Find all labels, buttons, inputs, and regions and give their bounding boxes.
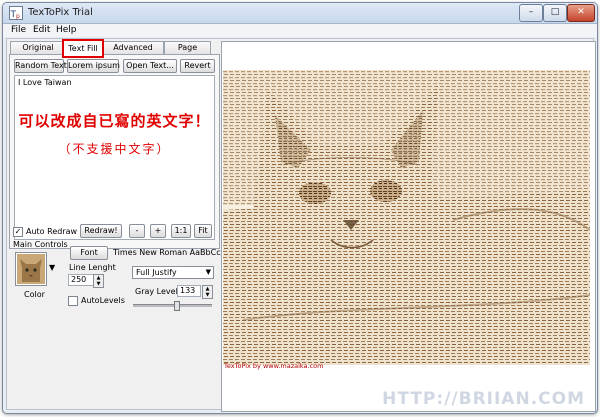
ascii-cat-image	[223, 70, 590, 365]
annotation-note: 可以改成自已寫的英文字！	[18, 112, 211, 130]
preview-caption: TexToPix by www.mazaika.com	[224, 362, 324, 370]
annotation-subnote: （不支援中文字）	[58, 142, 171, 156]
preview-canvas[interactable]: TexToPix by www.mazaika.com HTTP://BRIIA…	[221, 41, 596, 412]
line-length-input[interactable]: 250	[68, 274, 94, 286]
slider-track	[133, 304, 212, 307]
font-button[interactable]: Font	[70, 246, 108, 260]
main-controls-label: Main Controls	[13, 240, 68, 249]
gray-level-spinner[interactable]: ▲ ▼	[202, 285, 213, 299]
auto-levels-checkbox[interactable]	[68, 296, 78, 306]
zoom-in-button[interactable]: +	[150, 224, 166, 238]
auto-redraw-label: Auto Redraw	[26, 227, 78, 236]
slider-thumb[interactable]	[174, 301, 180, 311]
watermark: HTTP://BRIIAN.COM	[382, 389, 585, 409]
chevron-down-icon: ▼	[205, 268, 211, 276]
gray-level-slider[interactable]	[133, 301, 212, 311]
main-content: Original Image Text Fill Advanced Contro…	[6, 38, 596, 412]
menu-help[interactable]: Help	[56, 25, 77, 35]
title-bar: T p TexToPix Trial – □ ✕	[3, 3, 597, 24]
fill-text: I Love Taiwan	[18, 78, 72, 87]
line-length-spinner[interactable]: ▲ ▼	[93, 274, 104, 288]
tab-original-image[interactable]: Original Image	[10, 41, 66, 64]
font-name: Times New Roman AaBbCc123	[113, 248, 236, 257]
window-title: TexToPix Trial	[28, 7, 93, 18]
auto-redraw-checkbox[interactable]: ✓	[13, 227, 23, 237]
maximize-button[interactable]: □	[543, 4, 567, 22]
close-button[interactable]: ✕	[567, 4, 595, 22]
text-fill-panel: Random Text Lorem ipsum Open Text... Rev…	[9, 54, 220, 249]
gray-level-label: Gray Level	[135, 287, 178, 296]
tab-advanced-controls[interactable]: Advanced Controls	[102, 41, 164, 64]
gray-level-input[interactable]: 133	[177, 285, 201, 297]
menu-edit[interactable]: Edit	[33, 25, 50, 35]
redraw-button[interactable]: Redraw!	[80, 224, 122, 238]
actual-size-button[interactable]: 1:1	[171, 224, 191, 238]
svg-text:p: p	[16, 13, 20, 20]
fit-button[interactable]: Fit	[194, 224, 212, 238]
cat-thumbnail-icon	[17, 254, 45, 284]
justify-select[interactable]: Full Justify ▼	[132, 266, 214, 279]
revert-button[interactable]: Revert	[180, 59, 215, 73]
menu-file[interactable]: File	[11, 25, 26, 35]
minimize-button[interactable]: –	[519, 4, 543, 22]
color-dropdown-arrow-icon[interactable]: ▼	[49, 263, 55, 272]
app-window: T p TexToPix Trial – □ ✕ File Edit Help …	[2, 2, 598, 414]
tab-page-setup[interactable]: Page Setup	[164, 41, 211, 64]
justify-selected: Full Justify	[136, 268, 177, 277]
zoom-out-button[interactable]: -	[129, 224, 145, 238]
line-length-label: Line Lenght	[69, 263, 116, 272]
color-label: Color	[24, 290, 45, 299]
textopix-app-icon: T p	[9, 6, 23, 20]
tab-text-fill[interactable]: Text Fill	[62, 39, 104, 58]
color-swatch[interactable]	[15, 252, 47, 286]
lorem-ipsum-button[interactable]: Lorem ipsum	[67, 59, 120, 73]
open-text-button[interactable]: Open Text...	[123, 59, 177, 73]
menu-bar: File Edit Help	[3, 24, 597, 37]
random-text-button[interactable]: Random Text	[14, 59, 67, 73]
fill-text-area[interactable]: I Love Taiwan 可以改成自已寫的英文字！ （不支援中文字）	[14, 75, 215, 240]
auto-levels-label: AutoLevels	[81, 296, 125, 305]
